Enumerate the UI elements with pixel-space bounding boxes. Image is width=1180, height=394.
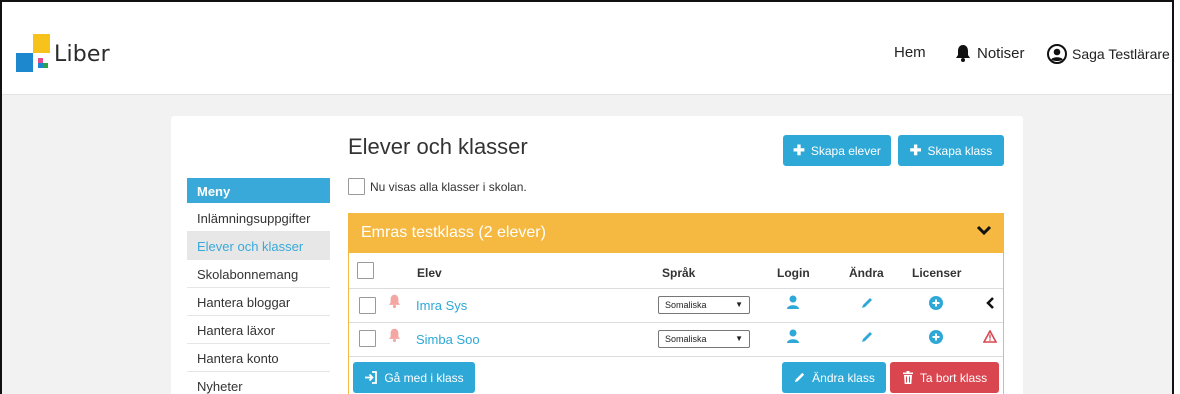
plus-icon: ✚ (909, 142, 922, 158)
plus-circle-icon[interactable] (929, 296, 943, 310)
trash-icon (902, 371, 913, 384)
user-icon[interactable] (786, 329, 800, 343)
caret-down-icon: ▼ (735, 300, 743, 309)
user-circle-icon (1047, 44, 1067, 64)
chevron-left-icon[interactable] (985, 297, 995, 309)
column-header-login: Login (777, 266, 810, 280)
plus-icon: ✚ (793, 142, 805, 158)
sign-in-icon (365, 371, 378, 384)
menu-item-hantera-konto[interactable]: Hantera konto (187, 344, 330, 372)
class-title: Emras testklass (2 elever) (361, 224, 546, 241)
pencil-icon[interactable] (860, 330, 874, 344)
delete-class-label: Ta bort klass (919, 370, 988, 385)
caret-down-icon: ▼ (735, 334, 743, 343)
logo-text: Liber (54, 42, 110, 67)
divider (349, 356, 1003, 357)
menu-item-inlamningsuppgifter[interactable]: Inlämningsuppgifter (187, 204, 330, 232)
language-select[interactable]: Somaliska ▼ (658, 330, 750, 348)
nav-home-label: Hem (894, 44, 926, 61)
column-header-language: Språk (662, 266, 696, 280)
column-header-edit: Ändra (849, 266, 884, 280)
student-name-link[interactable]: Simba Soo (416, 332, 480, 347)
student-name-link[interactable]: Imra Sys (416, 298, 467, 313)
plus-circle-icon[interactable] (929, 330, 943, 344)
class-panel-header[interactable]: Emras testklass (2 elever) (348, 213, 1004, 253)
select-all-checkbox[interactable] (357, 262, 374, 279)
nav-home-link[interactable]: Hem (894, 44, 926, 61)
create-class-label: Skapa klass (927, 143, 993, 158)
bell-icon (956, 45, 970, 62)
column-header-student: Elev (417, 266, 442, 280)
row-checkbox[interactable] (359, 297, 376, 314)
nav-notifications-label: Notiser (977, 44, 1025, 62)
create-students-label: Skapa elever (810, 143, 881, 158)
join-class-label: Gå med i klass (384, 370, 464, 385)
edit-class-button[interactable]: Ändra klass (782, 362, 886, 393)
menu-item-nyheter[interactable]: Nyheter (187, 372, 330, 394)
chevron-down-icon[interactable] (976, 223, 992, 237)
menu-item-skolabonnemang[interactable]: Skolabonnemang (187, 260, 330, 288)
warning-icon[interactable] (983, 330, 997, 343)
create-students-button[interactable]: ✚ Skapa elever (783, 135, 891, 166)
row-checkbox[interactable] (359, 330, 376, 347)
menu-heading: Meny (187, 178, 330, 203)
join-class-button[interactable]: Gå med i klass (353, 362, 475, 393)
language-select[interactable]: Somaliska ▼ (658, 296, 750, 314)
delete-class-button[interactable]: Ta bort klass (890, 362, 999, 393)
language-select-value: Somaliska (665, 334, 707, 344)
liber-logo[interactable] (16, 34, 50, 72)
edit-class-label: Ändra klass (812, 370, 875, 385)
nav-user-label: Saga Testlärare (1072, 46, 1170, 62)
show-all-checkbox[interactable] (348, 178, 365, 195)
nav-notifications-link[interactable]: Notiser (955, 44, 1025, 62)
menu-item-elever-och-klasser[interactable]: Elever och klasser (187, 232, 330, 260)
bell-icon[interactable] (388, 328, 401, 342)
divider (349, 322, 1003, 323)
language-select-value: Somaliska (665, 300, 707, 310)
menu-item-hantera-laxor[interactable]: Hantera läxor (187, 316, 330, 344)
menu-item-hantera-bloggar[interactable]: Hantera bloggar (187, 288, 330, 316)
bell-icon[interactable] (388, 294, 401, 308)
show-all-label: Nu visas alla klasser i skolan. (370, 180, 527, 194)
pencil-icon (794, 372, 805, 383)
top-bar: Liber Hem Notiser Saga Testlärare (2, 2, 1172, 95)
divider (349, 288, 1003, 289)
create-class-button[interactable]: ✚ Skapa klass (898, 135, 1004, 166)
page-title: Elever och klasser (348, 134, 528, 159)
pencil-icon[interactable] (860, 296, 874, 310)
user-icon[interactable] (786, 295, 800, 309)
column-header-licenses: Licenser (912, 266, 962, 280)
nav-user-menu[interactable]: Saga Testlärare (1047, 44, 1170, 64)
app-window: Liber Hem Notiser Saga Testlärare Elever… (0, 0, 1174, 394)
